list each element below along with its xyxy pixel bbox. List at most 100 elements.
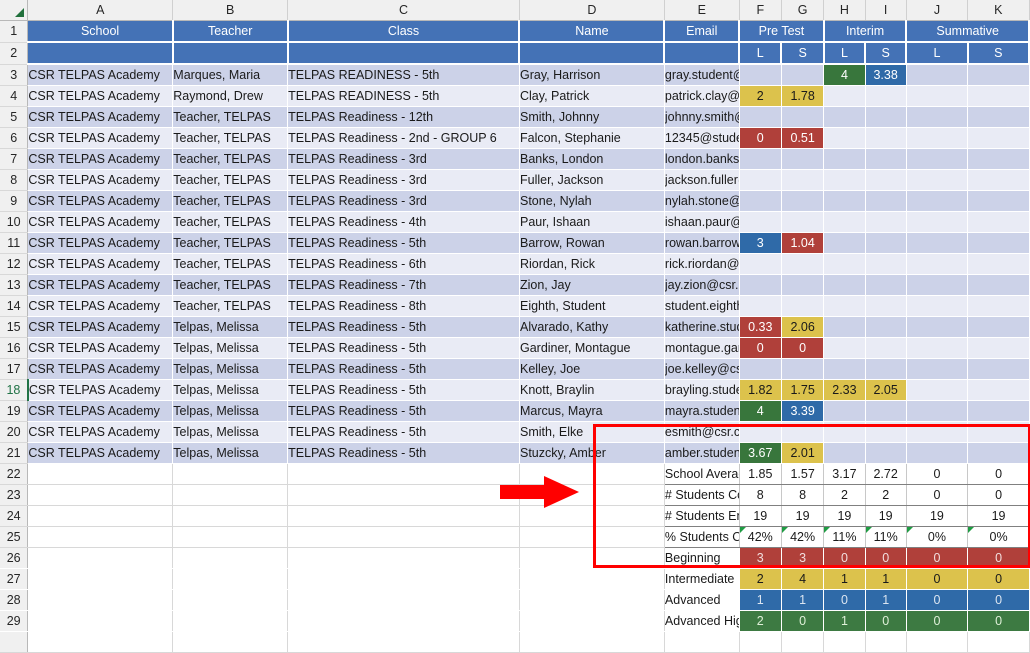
blank-cell[interactable]: [287, 631, 520, 653]
table-row[interactable]: 13 CSR TELPAS Academy Teacher, TELPAS TELPA…: [0, 274, 1030, 296]
blank-cell[interactable]: [287, 568, 520, 590]
header-cell-school[interactable]: School: [27, 20, 174, 43]
cell-name[interactable]: Smith, Elke: [519, 421, 665, 443]
summary-row[interactable]: 27 Intermediate 2 4 1 1 0 0: [0, 568, 1029, 590]
blank-cell[interactable]: [664, 631, 740, 653]
cell-class[interactable]: TELPAS Readiness - 5th: [287, 316, 520, 338]
header-cell-name[interactable]: Name: [519, 20, 666, 43]
cell-score-1[interactable]: 2.06: [781, 316, 825, 338]
cell-class[interactable]: TELPAS Readiness - 7th: [287, 274, 520, 296]
cell-class[interactable]: TELPAS Readiness - 4th: [287, 211, 520, 233]
blank-cell[interactable]: [519, 568, 665, 590]
summary-row[interactable]: 26 Beginning 3 3 0 0 0 0: [0, 547, 1029, 569]
cell-score-2[interactable]: [823, 127, 866, 149]
row-header-7[interactable]: 7: [0, 148, 29, 170]
column-header-A[interactable]: A: [27, 0, 174, 21]
cell-school[interactable]: CSR TELPAS Academy: [27, 85, 174, 107]
cell-score-5[interactable]: [967, 421, 1030, 443]
summary-label[interactable]: Intermediate: [664, 568, 740, 590]
cell-email[interactable]: montague.gardiner@csr.com: [664, 337, 740, 359]
cell-score-0[interactable]: [739, 211, 782, 233]
table-row[interactable]: 20 CSR TELPAS Academy Telpas, Melissa TELPA…: [0, 421, 1030, 443]
summary-value[interactable]: 11%: [864, 526, 907, 548]
cell-score-3[interactable]: [865, 148, 907, 170]
cell-score-1[interactable]: 2.01: [781, 442, 825, 464]
row-header-19[interactable]: 19: [0, 400, 29, 422]
cell-teacher[interactable]: Telpas, Melissa: [172, 337, 289, 359]
row-header-29[interactable]: 29: [0, 610, 29, 632]
column-header-B[interactable]: B: [172, 0, 289, 21]
column-header-H[interactable]: H: [823, 0, 866, 21]
table-row[interactable]: 12 CSR TELPAS Academy Teacher, TELPAS TELPA…: [0, 253, 1030, 275]
cell-score-0[interactable]: [739, 190, 782, 212]
cell-score-5[interactable]: [967, 358, 1030, 380]
cell-score-3[interactable]: 3.38: [865, 64, 907, 86]
subheader-cell-9[interactable]: L: [906, 42, 969, 65]
cell-school[interactable]: CSR TELPAS Academy: [27, 337, 174, 359]
cell-score-2[interactable]: [823, 106, 866, 128]
cell-score-3[interactable]: [865, 421, 907, 443]
cell-school[interactable]: CSR TELPAS Academy: [27, 127, 174, 149]
table-row[interactable]: 14 CSR TELPAS Academy Teacher, TELPAS TELPA…: [0, 295, 1030, 317]
cell-teacher[interactable]: Teacher, TELPAS: [172, 190, 289, 212]
summary-value[interactable]: 2: [864, 484, 907, 506]
cell-score-2[interactable]: [823, 274, 866, 296]
row-header-30[interactable]: [0, 631, 29, 653]
header-cell-email[interactable]: Email: [664, 20, 741, 43]
cell-score-5[interactable]: [967, 64, 1030, 86]
cell-name[interactable]: Stuzcky, Amber: [519, 442, 665, 464]
subheader-cell-2[interactable]: [287, 42, 521, 65]
summary-value[interactable]: 0: [967, 484, 1029, 506]
cell-name[interactable]: Gardiner, Montague: [519, 337, 665, 359]
column-header-E[interactable]: E: [664, 0, 740, 21]
cell-score-5[interactable]: [967, 127, 1030, 149]
cell-score-5[interactable]: [967, 316, 1030, 338]
table-row[interactable]: 17 CSR TELPAS Academy Telpas, Melissa TELPA…: [0, 358, 1030, 380]
column-header-K[interactable]: K: [967, 0, 1030, 21]
cell-class[interactable]: TELPAS Readiness - 3rd: [287, 169, 520, 191]
cell-score-4[interactable]: [906, 85, 969, 107]
summary-value[interactable]: 0: [905, 568, 968, 590]
blank-cell[interactable]: [287, 589, 520, 611]
table-row[interactable]: 4 CSR TELPAS Academy Raymond, Drew TELPAS R…: [0, 85, 1030, 107]
cell-name[interactable]: Alvarado, Kathy: [519, 316, 665, 338]
summary-value[interactable]: 1: [864, 589, 907, 611]
cell-score-2[interactable]: [823, 169, 866, 191]
row-header-15[interactable]: 15: [0, 316, 29, 338]
cell-score-3[interactable]: [865, 253, 907, 275]
row-header-20[interactable]: 20: [0, 421, 29, 443]
cell-score-1[interactable]: [781, 274, 825, 296]
summary-value[interactable]: 0: [905, 484, 968, 506]
cell-teacher[interactable]: Teacher, TELPAS: [172, 253, 289, 275]
summary-value[interactable]: 19: [823, 505, 866, 527]
cell-score-3[interactable]: [865, 190, 907, 212]
blank-cell[interactable]: [967, 631, 1030, 653]
blank-cell[interactable]: [172, 631, 289, 653]
cell-score-4[interactable]: [906, 64, 969, 86]
blank-cell[interactable]: [519, 610, 665, 632]
subheader-cell-3[interactable]: [519, 42, 666, 65]
summary-value[interactable]: 3.17: [823, 463, 866, 485]
cell-score-2[interactable]: [823, 211, 866, 233]
summary-value[interactable]: 0: [905, 463, 968, 485]
summary-value[interactable]: 0: [823, 547, 866, 569]
row-header-16[interactable]: 16: [0, 337, 29, 359]
cell-class[interactable]: TELPAS Readiness - 5th: [287, 421, 520, 443]
cell-score-2[interactable]: [823, 358, 866, 380]
cell-school[interactable]: CSR TELPAS Academy: [27, 211, 174, 233]
cell-email[interactable]: mayra.student@summitk12.com: [664, 400, 740, 422]
header-cell-pre-test[interactable]: Pre Test: [739, 20, 825, 43]
summary-value[interactable]: 1: [823, 568, 866, 590]
column-header-row[interactable]: ABCDEFGHIJK: [0, 0, 1030, 21]
cell-name[interactable]: Banks, London: [519, 148, 665, 170]
cell-email[interactable]: gray.student@gmail.com: [664, 64, 740, 86]
cell-teacher[interactable]: Teacher, TELPAS: [172, 232, 289, 254]
cell-score-1[interactable]: 3.39: [781, 400, 825, 422]
cell-score-0[interactable]: [739, 274, 782, 296]
summary-value[interactable]: 0: [905, 547, 968, 569]
cell-school[interactable]: CSR TELPAS Academy: [27, 169, 174, 191]
cell-score-4[interactable]: [906, 190, 969, 212]
row-header-2[interactable]: 2: [0, 42, 29, 65]
cell-class[interactable]: TELPAS Readiness - 5th: [287, 379, 520, 401]
blank-cell[interactable]: [781, 631, 825, 653]
